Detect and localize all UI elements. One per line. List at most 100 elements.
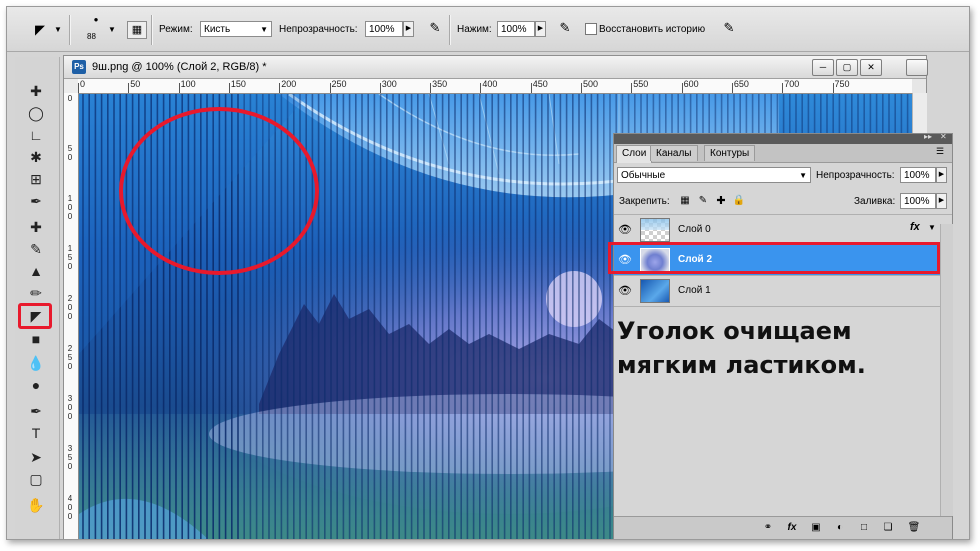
ruler-v-label: 0 <box>67 412 73 421</box>
adjustment-layer-icon[interactable]: ◐ <box>832 520 848 536</box>
ruler-h-label: 500 <box>583 79 599 89</box>
trash-icon[interactable]: 🗑 <box>906 520 922 536</box>
ruler-h-label: 0 <box>80 79 86 89</box>
lasso-tool-icon[interactable]: ∟ <box>22 125 50 145</box>
toolbox: ✚ ◯ ∟ ✱ ⊞ ✒ ✚ ✎ ▲ ✏ ◤ ■ 💧 ● ✒ T ➤ ▢ ✋ <box>15 57 60 539</box>
panel-footer: ⚭ fx ▣ ◐ □ ❏ 🗑 <box>614 516 952 539</box>
ruler-h-tick <box>782 83 784 93</box>
move-tool-icon[interactable]: ✚ <box>22 81 50 101</box>
annotation-text: Уголок очищаем мягким ластиком. <box>617 317 866 379</box>
brush-preview-icon[interactable]: ● <box>85 15 107 25</box>
layer-opacity-slider-button[interactable]: ▶ <box>936 167 947 183</box>
ruler-v-label: 0 <box>67 153 73 162</box>
lock-pixels-icon[interactable]: ✎ <box>696 192 710 210</box>
lock-transparency-icon[interactable]: ▦ <box>678 192 692 210</box>
ruler-v-label: 4 <box>67 494 73 503</box>
link-layers-icon[interactable]: ⚭ <box>760 520 776 536</box>
ruler-h-tick <box>430 83 432 93</box>
type-tool-icon[interactable]: T <box>22 423 50 443</box>
panel-header-bar[interactable]: ▸▸ ✕ <box>614 132 952 144</box>
collapse-icon[interactable]: ▸▸ <box>924 132 932 141</box>
new-group-icon[interactable]: □ <box>856 520 872 536</box>
maximize-button[interactable]: ▢ <box>836 59 858 76</box>
ruler-v-label: 0 <box>67 303 73 312</box>
tab-layers[interactable]: Слои <box>616 145 653 163</box>
gradient-tool-icon[interactable]: ■ <box>22 329 50 349</box>
pen-tool-icon[interactable]: ✒ <box>22 401 50 421</box>
tablet-size-icon[interactable]: ✎ <box>719 19 739 37</box>
eyedropper-tool-icon[interactable]: ✒ <box>22 191 50 211</box>
lock-all-icon[interactable]: 🔒 <box>732 192 746 210</box>
ruler-h-label: 300 <box>381 79 397 89</box>
minimize-button[interactable]: ─ <box>812 59 834 76</box>
layers-panel: ▸▸ ✕ Слои Каналы Контуры ☰ Обычные ▼ Непр… <box>608 132 953 539</box>
dodge-tool-icon[interactable]: ● <box>22 375 50 395</box>
tab-paths[interactable]: Контуры <box>704 145 756 161</box>
layer-effects-icon[interactable]: fx <box>910 221 920 233</box>
ruler-h-label: 400 <box>482 79 498 89</box>
visibility-eye-icon[interactable]: 👁 <box>617 222 633 238</box>
layer-name: Слой 0 <box>678 224 711 235</box>
ruler-h-tick <box>832 83 834 93</box>
lock-label: Закрепить: <box>619 196 670 207</box>
path-select-tool-icon[interactable]: ➤ <box>22 447 50 467</box>
tablet-opacity-icon[interactable]: ✎ <box>425 19 445 37</box>
new-layer-icon[interactable]: ❏ <box>880 520 896 536</box>
layer-opacity-input[interactable]: 100% <box>900 167 936 183</box>
flow-slider-button[interactable]: ▶ <box>535 21 546 37</box>
eraser-tool-icon[interactable]: ◤ <box>29 21 51 39</box>
fill-slider-button[interactable]: ▶ <box>936 193 947 209</box>
erase-history-checkbox[interactable] <box>585 23 597 35</box>
add-style-icon[interactable]: fx <box>784 520 800 536</box>
blend-mode-select[interactable]: Обычные ▼ <box>617 167 811 183</box>
quick-select-tool-icon[interactable]: ✱ <box>22 147 50 167</box>
ruler-h-tick <box>329 83 331 93</box>
opacity-slider-button[interactable]: ▶ <box>403 21 414 37</box>
fill-input[interactable]: 100% <box>900 193 936 209</box>
crop-tool-icon[interactable]: ⊞ <box>22 169 50 189</box>
document-title-bar[interactable]: Ps 9ш.png @ 100% (Слой 2, RGB/8) * ─ ▢ ✕ <box>64 56 928 79</box>
layer-row-1[interactable]: 👁 Слой 1 <box>614 276 952 307</box>
ruler-v-label: 0 <box>67 362 73 371</box>
panel-menu-icon[interactable]: ☰ <box>936 146 944 157</box>
ruler-h-label: 100 <box>180 79 196 89</box>
panel-close-icon[interactable]: ✕ <box>940 132 947 141</box>
blur-tool-icon[interactable]: 💧 <box>22 353 50 373</box>
layer-name: Слой 1 <box>678 285 711 296</box>
healing-brush-tool-icon[interactable]: ✚ <box>22 217 50 237</box>
clone-stamp-tool-icon[interactable]: ▲ <box>22 261 50 281</box>
add-mask-icon[interactable]: ▣ <box>808 520 824 536</box>
horizontal-ruler[interactable]: 0 50 100 150 200 250 300 350 400 450 500 550 600 650 7… <box>78 79 912 94</box>
ruler-origin[interactable] <box>64 79 79 94</box>
layer-opacity-label: Непрозрачность: <box>816 170 895 181</box>
shape-tool-icon[interactable]: ▢ <box>22 469 50 489</box>
opacity-input[interactable]: 100% <box>365 21 403 37</box>
close-button[interactable]: ✕ <box>860 59 882 76</box>
history-brush-tool-icon[interactable]: ✏ <box>22 283 50 303</box>
mode-select[interactable]: Кисть ▼ <box>200 21 272 37</box>
ruler-h-label: 50 <box>130 79 141 89</box>
visibility-eye-icon[interactable]: 👁 <box>617 283 633 299</box>
tool-preset-dropdown-icon[interactable]: ▼ <box>53 21 63 39</box>
lock-position-icon[interactable]: ✚ <box>714 192 728 210</box>
chevron-down-icon[interactable]: ▼ <box>928 223 936 232</box>
ruler-h-tick <box>279 83 281 93</box>
restore-button[interactable] <box>906 59 928 76</box>
ruler-h-label: 200 <box>281 79 297 89</box>
panel-scrollbar[interactable] <box>940 224 953 516</box>
document-title: 9ш.png @ 100% (Слой 2, RGB/8) * <box>92 61 267 73</box>
tab-channels[interactable]: Каналы <box>650 145 698 161</box>
brush-picker-dropdown-icon[interactable]: ▼ <box>107 21 117 39</box>
brush-panel-icon[interactable]: ▦ <box>127 21 147 39</box>
ruler-h-tick <box>631 83 633 93</box>
flow-input[interactable]: 100% <box>497 21 535 37</box>
mode-select-value: Кисть <box>204 24 231 35</box>
brush-tool-icon[interactable]: ✎ <box>22 239 50 259</box>
ruler-h-label: 650 <box>733 79 749 89</box>
hand-tool-icon[interactable]: ✋ <box>22 495 50 515</box>
ruler-h-label: 600 <box>683 79 699 89</box>
marquee-tool-icon[interactable]: ◯ <box>22 103 50 123</box>
vertical-ruler[interactable]: 050100150200250300350400 <box>64 93 79 539</box>
eraser-tool-icon[interactable]: ◤ <box>22 306 50 326</box>
airbrush-icon[interactable]: ✎ <box>555 19 575 37</box>
